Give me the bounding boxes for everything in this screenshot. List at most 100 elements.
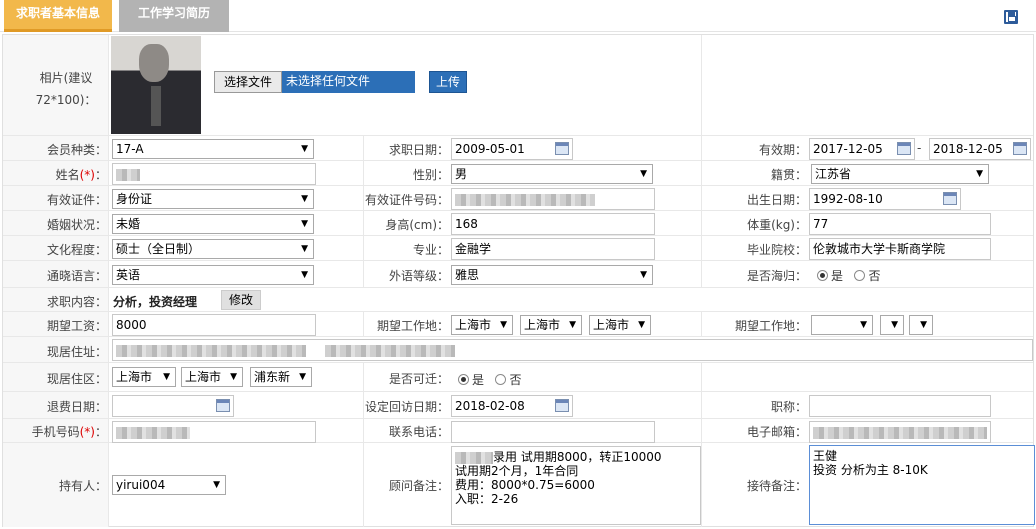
chevron-down-icon: ▼ [299, 372, 306, 382]
consultant-note-textarea[interactable]: 录用 试用期8000，转正10000 试用期2个月，1年合同 费用：8000*0… [451, 446, 701, 525]
job-content-value: 分析，投资经理 [113, 295, 198, 309]
weight-input[interactable]: 77 [809, 213, 991, 235]
tab-work-study-resume[interactable]: 工作学习简历 [119, 0, 229, 32]
work-place-district-select[interactable]: 上海市 ▼ [589, 315, 651, 335]
upload-button[interactable]: 上传 [429, 71, 467, 93]
gender-select[interactable]: 男 ▼ [451, 164, 653, 184]
choose-file-button[interactable]: 选择文件 [214, 71, 282, 93]
row-address: 现居住址： [3, 337, 1033, 363]
overseas-no-radio[interactable] [854, 270, 866, 281]
redacted-value [813, 426, 987, 439]
native-place-label: 籍贯： [770, 168, 807, 182]
redacted-value [116, 344, 306, 357]
row-holder-notes: 持有人： yirui004 ▼ 顾问备注： 录用 试用期8000，转正10000 … [3, 443, 1035, 527]
language-select[interactable]: 英语 ▼ [112, 265, 314, 285]
work-place-2-city-select[interactable]: ▼ [880, 315, 904, 335]
photo-label: 相片(建议72*100)： [35, 71, 97, 107]
phone-input[interactable] [451, 421, 655, 443]
chevron-down-icon: ▼ [163, 372, 170, 382]
calendar-icon[interactable] [555, 142, 569, 155]
work-place-province-select[interactable]: 上海市 ▼ [451, 315, 513, 335]
relocate-label: 是否可迁： [388, 372, 449, 386]
marital-select[interactable]: 未婚 ▼ [112, 214, 314, 234]
relocate-yes-radio[interactable] [458, 374, 469, 385]
chevron-down-icon: ▼ [301, 219, 308, 229]
tab-bar: 求职者基本信息 工作学习简历 [0, 0, 1036, 32]
work-place-city-select[interactable]: 上海市 ▼ [520, 315, 582, 335]
birth-date-input[interactable]: 1992-08-10 [809, 188, 961, 210]
row-id: 有效证件： 身份证 ▼ 有效证件号码： 出生日期： 1992-08-10 [3, 186, 1033, 211]
name-input[interactable] [112, 163, 316, 185]
apply-date-input[interactable]: 2009-05-01 [451, 138, 573, 160]
address-input[interactable] [112, 339, 1033, 361]
tab-basic-info[interactable]: 求职者基本信息 [4, 0, 112, 32]
birth-date-label: 出生日期： [746, 193, 807, 207]
save-icon[interactable] [1004, 10, 1018, 24]
school-input[interactable]: 伦敦城市大学卡斯商学院 [809, 238, 991, 260]
major-label: 专业： [412, 243, 449, 257]
member-type-label: 会员种类： [46, 143, 107, 157]
salary-label: 期望工资： [46, 319, 107, 333]
id-number-input[interactable] [451, 188, 655, 210]
valid-period-label: 有效期： [758, 143, 807, 157]
chevron-down-icon: ▼ [640, 169, 647, 179]
job-title-input[interactable] [809, 395, 991, 417]
calendar-icon[interactable] [1013, 142, 1027, 155]
chevron-down-icon: ▼ [569, 320, 576, 330]
job-content-label: 求职内容： [46, 295, 107, 309]
overseas-yes-radio[interactable] [817, 270, 828, 281]
work-place-2-district-select[interactable]: ▼ [909, 315, 933, 335]
work-place-2-province-select[interactable]: ▼ [811, 315, 873, 335]
valid-period-separator: - [917, 141, 922, 155]
calendar-icon[interactable] [897, 142, 911, 155]
calendar-icon[interactable] [943, 192, 957, 205]
chevron-down-icon: ▼ [920, 320, 927, 330]
edit-job-content-button[interactable]: 修改 [221, 290, 261, 310]
district-area-select[interactable]: 浦东新 ▼ [250, 367, 312, 387]
salary-input[interactable]: 8000 [112, 314, 316, 336]
file-status: 未选择任何文件 [282, 71, 415, 93]
district-city-select[interactable]: 上海市 ▼ [181, 367, 243, 387]
chevron-down-icon: ▼ [891, 320, 898, 330]
row-district: 现居住区： 上海市 ▼ 上海市 ▼ 浦东新 ▼ 是否可迁： 是 否 [3, 363, 1033, 392]
email-input[interactable] [809, 421, 991, 443]
valid-to-input[interactable]: 2018-12-05 [929, 138, 1031, 160]
chevron-down-icon: ▼ [213, 480, 220, 490]
row-education: 文化程度： 硕士（全日制） ▼ 专业： 金融学 毕业院校： 伦敦城市大学卡斯商学院 [3, 236, 1033, 261]
district-label: 现居住区： [46, 372, 107, 386]
chevron-down-icon: ▼ [500, 320, 507, 330]
job-title-label: 职称： [770, 400, 807, 414]
education-select[interactable]: 硕士（全日制） ▼ [112, 239, 314, 259]
relocate-no-radio[interactable] [495, 374, 507, 385]
work-place-label: 期望工作地： [376, 319, 449, 333]
native-place-select[interactable]: 江苏省 ▼ [811, 164, 989, 184]
candidate-form: 相片(建议72*100)： 选择文件 未选择任何文件 上传 会员种类： 17-A… [2, 34, 1035, 527]
row-photo: 相片(建议72*100)： 选择文件 未选择任何文件 上传 [3, 35, 1033, 136]
reception-note-textarea[interactable]: 王健 投资 分析为主 8-10K [809, 445, 1035, 525]
school-label: 毕业院校： [746, 243, 807, 257]
row-salary: 期望工资： 8000 期望工作地： 上海市 ▼ 上海市 ▼ 上海市 ▼ 期望工作地： … [3, 312, 1033, 337]
calendar-icon[interactable] [216, 399, 230, 412]
calendar-icon[interactable] [555, 399, 569, 412]
district-province-select[interactable]: 上海市 ▼ [112, 367, 176, 387]
valid-from-input[interactable]: 2017-12-05 [809, 138, 915, 160]
major-input[interactable]: 金融学 [451, 238, 655, 260]
mobile-input[interactable] [112, 421, 316, 443]
language-label: 通晓语言： [46, 269, 107, 283]
row-member-type: 会员种类： 17-A ▼ 求职日期： 2009-05-01 有效期： 2017-1… [3, 136, 1033, 161]
email-label: 电子邮箱： [746, 425, 807, 439]
refund-date-label: 退费日期： [46, 400, 107, 414]
id-type-select[interactable]: 身份证 ▼ [112, 189, 314, 209]
holder-select[interactable]: yirui004 ▼ [112, 475, 226, 495]
height-input[interactable]: 168 [451, 213, 655, 235]
language-level-select[interactable]: 雅思 ▼ [451, 265, 653, 285]
member-type-select[interactable]: 17-A ▼ [112, 139, 314, 159]
relocate-radio-group: 是 否 [458, 371, 521, 388]
chevron-down-icon: ▼ [860, 320, 867, 330]
height-label: 身高(cm)： [385, 218, 449, 232]
chevron-down-icon: ▼ [301, 244, 308, 254]
weight-label: 体重(kg)： [747, 218, 807, 232]
revisit-date-input[interactable]: 2018-02-08 [451, 395, 573, 417]
language-level-label: 外语等级： [388, 269, 449, 283]
refund-date-input[interactable] [112, 395, 234, 417]
